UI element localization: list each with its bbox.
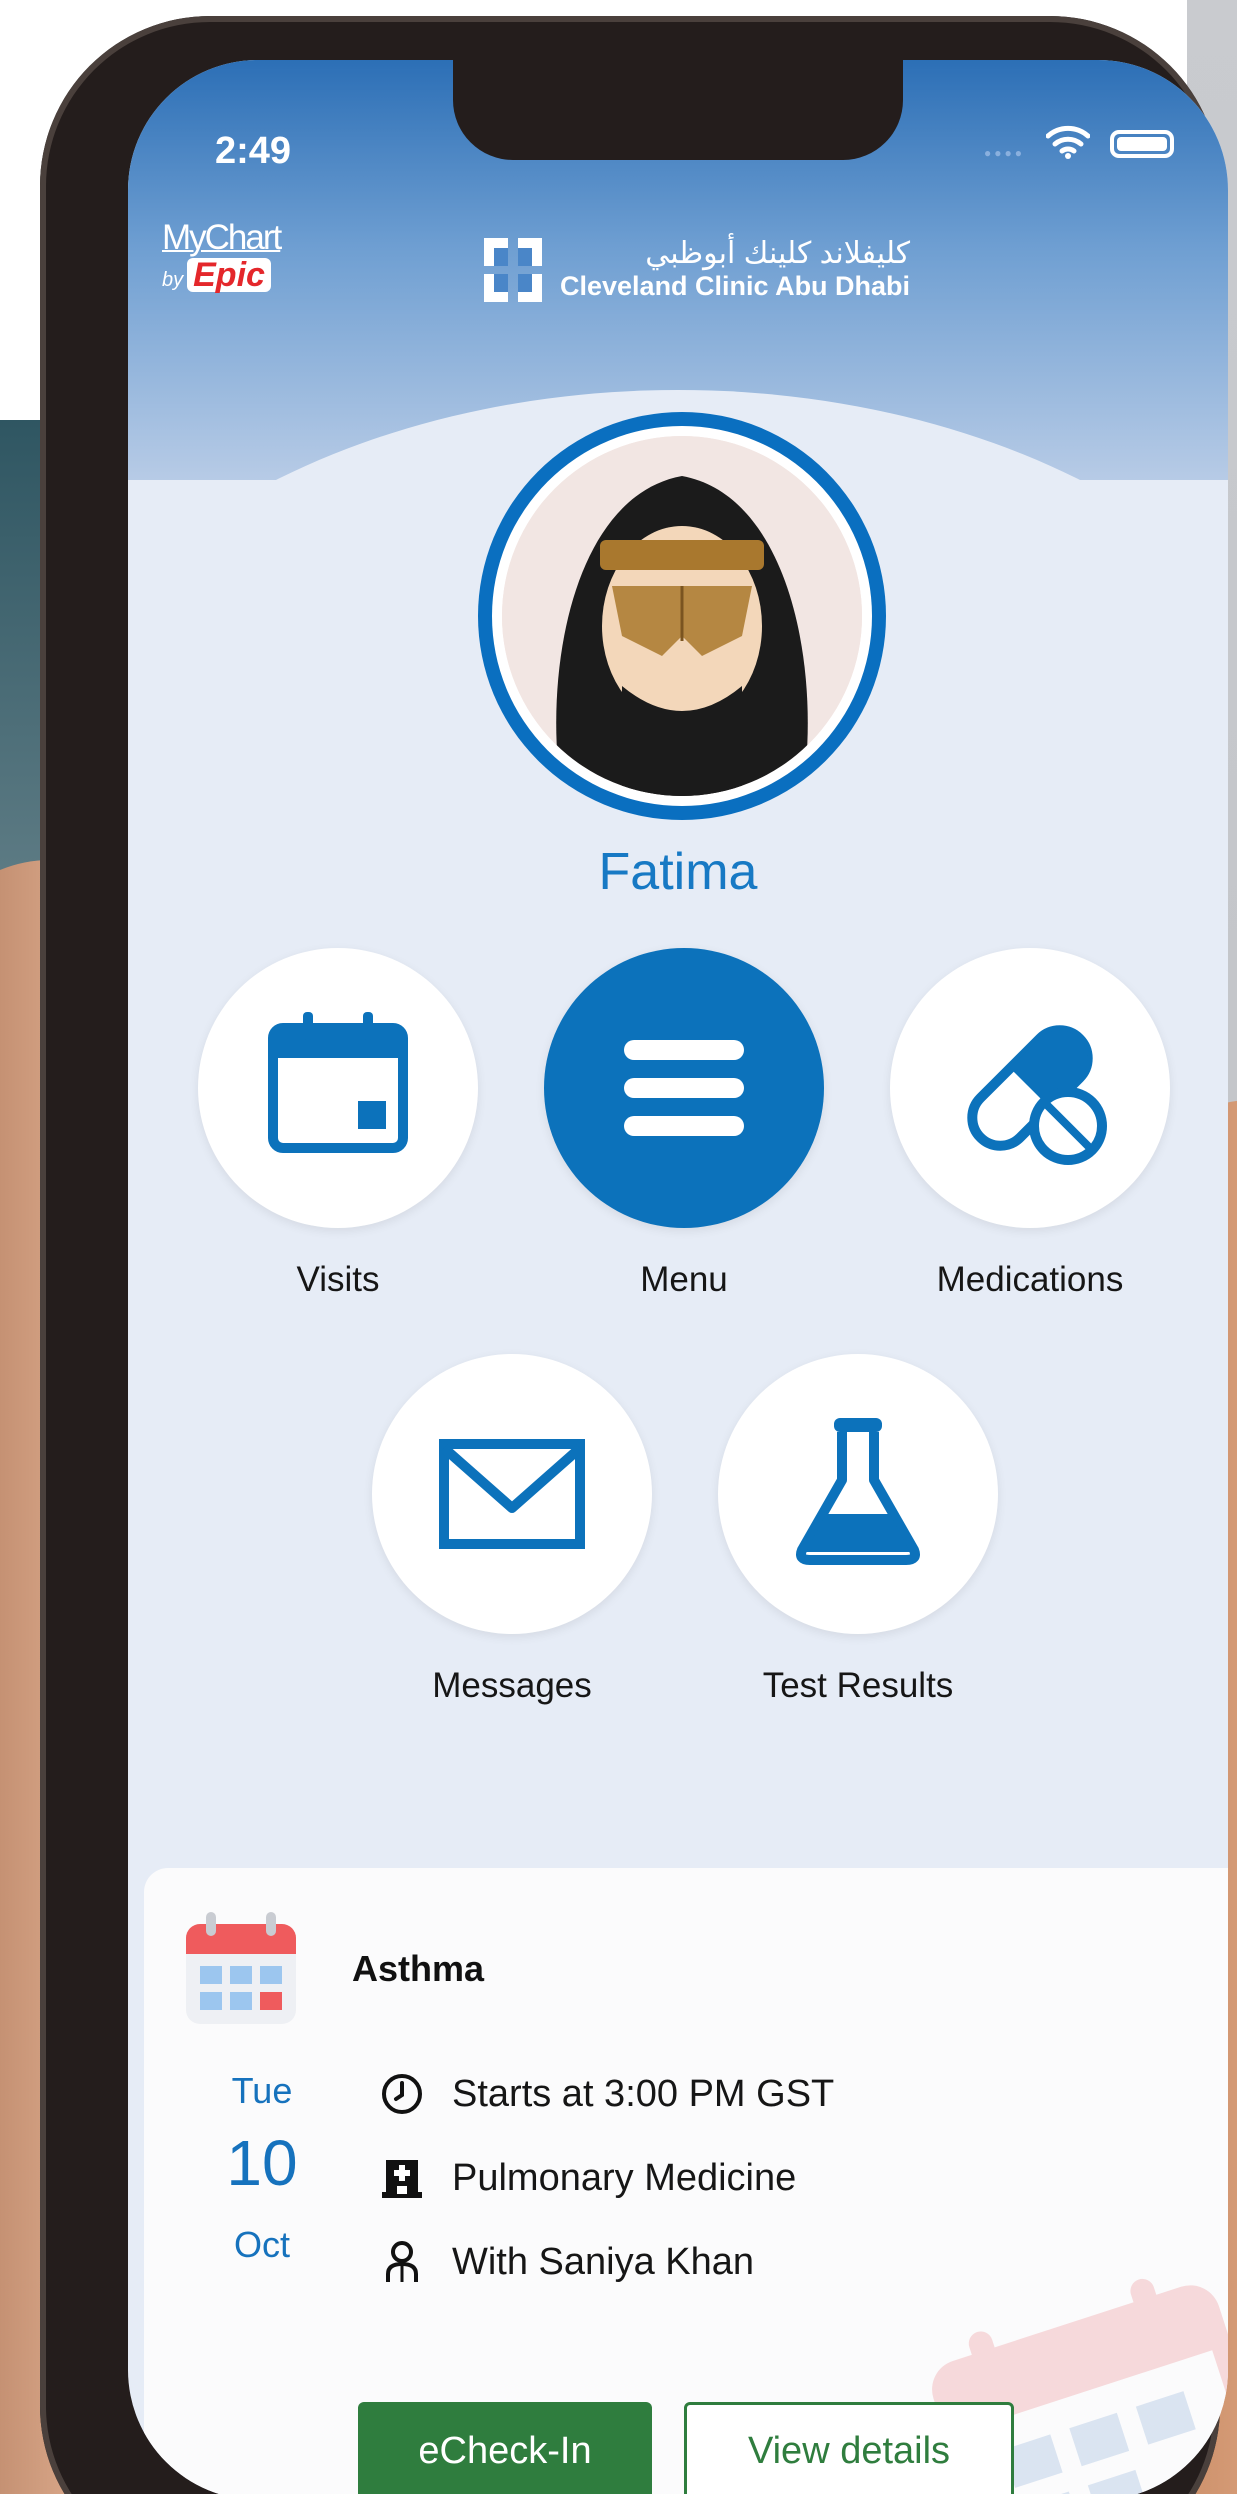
envelope-icon	[439, 1439, 585, 1549]
mychart-sub: by Epic	[162, 258, 282, 292]
appointment-day-of-week: Tue	[231, 2070, 293, 2111]
appointment-title: Asthma	[352, 1948, 485, 1989]
avatar-ring	[492, 426, 872, 806]
appointment-department-row: Pulmonary Medicine	[380, 2156, 796, 2200]
epic-wordmark: Epic	[187, 258, 271, 292]
appointment-card[interactable]: Asthma Tue 10 Oct Starts at 3:00 PM GST	[144, 1868, 1228, 2494]
clinic-name-arabic: كليفلاند كلينك أبوظبي	[645, 237, 911, 270]
clinic-logo: كليفلاند كلينك أبوظبي Cleveland Clinic A…	[484, 238, 910, 302]
messages-label: Messages	[432, 1666, 592, 1705]
view-details-button[interactable]: View details	[684, 2402, 1014, 2494]
menu-button[interactable]	[544, 948, 824, 1228]
messages-button[interactable]	[372, 1354, 652, 1634]
pills-icon	[967, 1025, 1107, 1165]
appointment-time: Starts at 3:00 PM GST	[452, 2072, 835, 2115]
appointment-calendar-icon	[186, 1912, 296, 2024]
medications-label: Medications	[936, 1260, 1124, 1299]
battery-icon	[1110, 130, 1174, 158]
doctor-icon	[386, 2241, 418, 2282]
appointment-time-row: Starts at 3:00 PM GST	[380, 2072, 834, 2116]
appointment-month: Oct	[233, 2224, 290, 2265]
avatar[interactable]	[478, 412, 886, 820]
clinic-name: كليفلاند كلينك أبوظبي Cleveland Clinic A…	[560, 238, 910, 302]
avatar-illustration	[502, 436, 862, 796]
phone-frame: 2:49 ●●●● MyChart by Epic كليفلاند كلينك…	[40, 16, 1228, 2494]
clinic-name-english: Cleveland Clinic Abu Dhabi	[560, 271, 911, 301]
signal-dots-icon: ●●●●	[984, 146, 1025, 160]
clock-icon	[382, 2074, 422, 2114]
test-results-label: Test Results	[762, 1666, 954, 1705]
medications-button[interactable]	[890, 948, 1170, 1228]
calendar-icon	[268, 1012, 408, 1153]
menu-label: Menu	[640, 1260, 728, 1299]
clinic-mark-icon	[484, 238, 542, 302]
appointment-day: 10	[226, 2127, 298, 2199]
echeck-in-button[interactable]: eCheck-In	[358, 2402, 652, 2494]
test-results-button[interactable]	[718, 1354, 998, 1634]
user-name: Fatima	[598, 843, 758, 901]
mychart-logo: MyChart by Epic	[162, 218, 282, 292]
visits-label: Visits	[296, 1260, 380, 1299]
status-time: 2:49	[215, 130, 292, 172]
mychart-by: by	[162, 269, 184, 291]
appointment-department: Pulmonary Medicine	[452, 2156, 797, 2199]
appointment-provider-row: With Saniya Khan	[380, 2240, 754, 2284]
app-screen: 2:49 ●●●● MyChart by Epic كليفلاند كلينك…	[128, 60, 1228, 2494]
mychart-name: MyChart	[162, 218, 282, 257]
phone-notch	[453, 60, 903, 160]
hospital-icon	[382, 2160, 422, 2198]
wifi-icon	[1046, 125, 1090, 159]
flask-icon	[796, 1418, 920, 1565]
appointment-provider: With Saniya Khan	[452, 2240, 755, 2283]
hamburger-menu-icon	[624, 1040, 744, 1136]
visits-button[interactable]	[198, 948, 478, 1228]
